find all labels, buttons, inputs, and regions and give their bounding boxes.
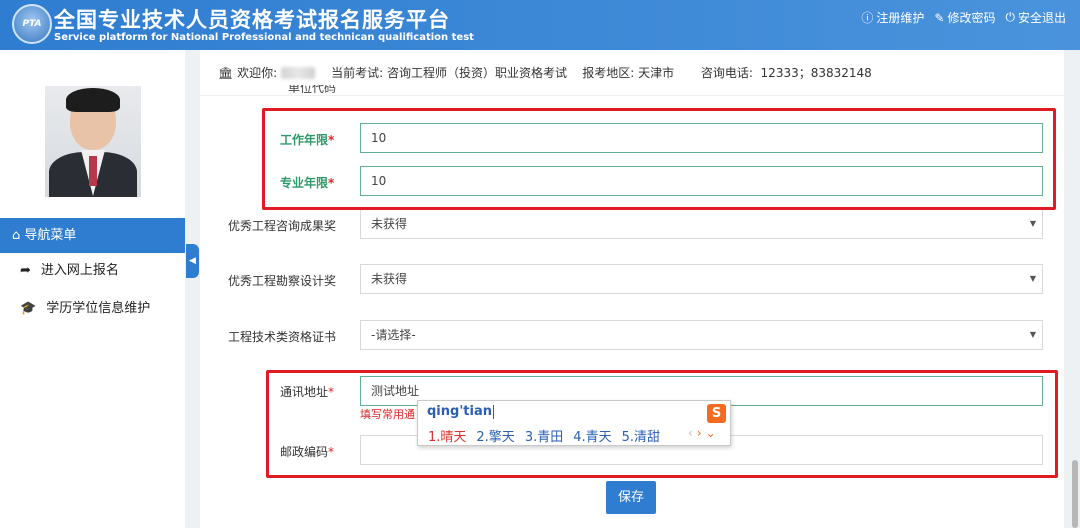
caret-down-icon: ▼ [1029, 274, 1036, 283]
bank-icon: 🏛 [218, 65, 234, 80]
avatar [45, 86, 141, 197]
ime-candidate[interactable]: 4.青天 [573, 426, 611, 445]
address-hint: 填写常用通 [360, 408, 415, 421]
unit-code-label: 单位代码 [288, 85, 337, 93]
page-title: 全国专业技术人员资格考试报名服务平台 [54, 8, 450, 32]
ime-next-icon[interactable]: › [697, 426, 702, 440]
edit-icon: ✎ [934, 10, 945, 25]
address-label: 通讯地址* [280, 385, 335, 399]
info-icon: ⓘ [861, 11, 874, 25]
ime-candidate[interactable]: 5.清甜 [622, 426, 660, 445]
nav-menu-header[interactable]: ⌂ 导航菜单 [0, 218, 185, 253]
power-icon: ⏻ [1005, 10, 1015, 24]
caret-down-icon: ▼ [1029, 219, 1036, 228]
work-years-label: 工作年限* [280, 133, 335, 147]
ime-candidate-list: 1.晴天 2.擎天 3.青田 4.青天 5.清甜 [428, 426, 660, 445]
page-subtitle: Service platform for National Profession… [54, 32, 474, 43]
award-consult-label: 优秀工程咨询成果奖 [228, 219, 337, 233]
pro-years-label: 专业年限* [280, 176, 335, 190]
award-survey-label: 优秀工程勘察设计奖 [228, 274, 337, 288]
chevron-left-icon: ◀ [189, 256, 196, 266]
cert-label: 工程技术类资格证书 [228, 330, 337, 344]
sidebar-item-education-info[interactable]: 🎓 学历学位信息维护 [0, 291, 185, 327]
zip-label: 邮政编码* [280, 445, 335, 459]
ime-composition: qing'tian [427, 404, 494, 419]
work-years-input[interactable]: 10 [360, 123, 1043, 153]
sogou-logo-icon: S [707, 404, 726, 423]
ime-candidate[interactable]: 2.擎天 [476, 426, 514, 445]
sidebar: ⌂ 导航菜单 ➦ 进入网上报名 🎓 学历学位信息维护 [0, 50, 185, 528]
caret-down-icon: ▼ [1029, 330, 1036, 339]
award-survey-select[interactable]: 未获得 ▼ [360, 264, 1043, 294]
page-scrollbar[interactable] [1072, 460, 1078, 528]
ime-expand-icon[interactable]: ⌄ [706, 426, 716, 440]
ime-candidate-window[interactable]: qing'tian S 1.晴天 2.擎天 3.青田 4.青天 5.清甜 ‹ ›… [417, 400, 731, 446]
header-bar: PTA 全国专业技术人员资格考试报名服务平台 Service platform … [0, 0, 1080, 50]
sidebar-item-online-registration[interactable]: ➦ 进入网上报名 [0, 253, 185, 289]
ime-page-nav: ‹ › ⌄ [688, 426, 716, 440]
home-icon: ⌂ [12, 228, 25, 243]
top-links: ⓘ 注册维护 ✎ 修改密码 ⏻ 安全退出 [861, 9, 1066, 26]
pro-years-input[interactable]: 10 [360, 166, 1043, 196]
logout-link[interactable]: ⏻ 安全退出 [1005, 9, 1066, 26]
cert-select[interactable]: -请选择- ▼ [360, 320, 1043, 350]
main-content: 🏛 欢迎你: 当前考试: 咨询工程师（投资）职业资格考试 报考地区: 天津市 咨… [200, 50, 1064, 528]
pta-logo: PTA [12, 4, 52, 44]
graduation-cap-icon: 🎓 [20, 301, 37, 316]
ime-prev-icon[interactable]: ‹ [688, 426, 693, 440]
username-blurred [281, 66, 316, 79]
sidebar-collapse-toggle[interactable]: ◀ [186, 244, 199, 278]
register-maintain-link[interactable]: ⓘ 注册维护 [861, 9, 924, 26]
change-password-link[interactable]: ✎ 修改密码 [934, 9, 995, 26]
save-button[interactable]: 保存 [606, 481, 656, 514]
ime-candidate[interactable]: 3.青田 [525, 426, 563, 445]
share-arrow-icon: ➦ [20, 263, 31, 278]
award-consult-select[interactable]: 未获得 ▼ [360, 209, 1043, 239]
ime-candidate[interactable]: 1.晴天 [428, 426, 466, 445]
